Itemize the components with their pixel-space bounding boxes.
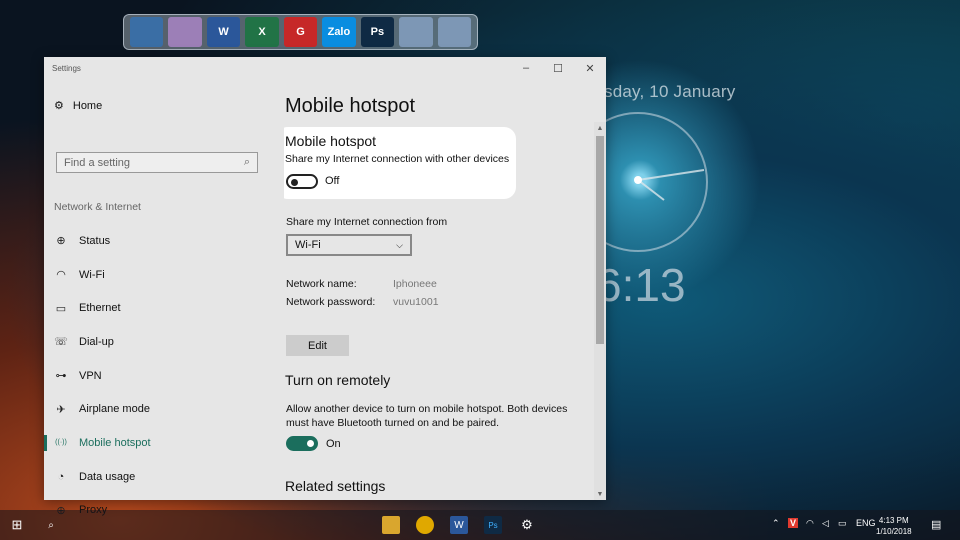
hotspot-icon: ((·)) [55,439,67,447]
remote-section-title: Turn on remotely [285,372,391,388]
sidebar-item-label: Ethernet [79,302,121,315]
photoshop-icon[interactable]: Ps [484,516,502,534]
network-password-value: vuvu1001 [393,296,439,308]
windows-start-icon[interactable]: ⊞ [8,516,26,534]
sidebar-item-mobile-hotspot[interactable]: ((·)) Mobile hotspot [44,426,270,460]
sidebar-item-label: Status [79,234,111,247]
sidebar-item-data-usage[interactable]: ◔ Data usage [44,460,270,494]
hotspot-toggle-state: Off [325,175,340,187]
search-icon: ⌕ [243,156,250,168]
lock-screen-date: sday, 10 January [604,82,736,101]
gear-icon: ⚙ [54,100,64,112]
nav-section-title: Network & Internet [54,201,141,213]
window-title: Settings [52,63,81,73]
settings-gear-icon[interactable]: ⚙ [518,516,536,534]
ethernet-icon: ▭ [55,302,67,315]
taskbar-time: 4:13 PM [878,516,909,525]
sidebar-item-label: Dial-up [79,335,114,348]
word-icon[interactable]: W [450,516,468,534]
sidebar-item-label: Mobile hotspot [79,436,151,449]
sidebar-item-wi-fi[interactable]: ◠ Wi-Fi [44,258,270,292]
remote-description: Allow another device to turn on mobile h… [286,403,568,429]
search-icon[interactable]: ⌕ [42,516,60,534]
garena-icon[interactable]: G [283,17,318,47]
lock-screen-time: 6:13 [596,259,686,311]
sidebar-item-ethernet[interactable]: ▭ Ethernet [44,291,270,325]
language-indicator[interactable]: ENG [856,518,876,528]
vivaldi-tray-icon[interactable]: V [788,518,799,528]
vpn-icon: ⊶ [55,370,67,383]
chrome-icon[interactable] [416,516,434,534]
taskbar-date: 1/10/2018 [876,527,912,536]
recycle-bin-icon[interactable] [168,17,202,47]
search-input[interactable]: Find a setting ⌕ [56,152,258,173]
sidebar-item-label: Wi-Fi [79,268,105,281]
sidebar-item-label: Airplane mode [79,403,150,416]
word-icon[interactable]: W [206,17,241,47]
sidebar-item-dial-up[interactable]: ☏ Dial-up [44,325,270,359]
related-settings-title: Related settings [285,478,386,494]
volume-icon[interactable]: ◁ [822,518,829,529]
folder-1-icon[interactable] [399,17,433,47]
maximize-button[interactable]: ☐ [542,57,574,79]
title-bar[interactable]: Settings – ☐ ✕ [44,57,606,79]
zalo-icon[interactable]: Zalo [322,17,356,47]
photoshop-icon[interactable]: Ps [360,17,395,47]
hotspot-toggle[interactable] [286,174,318,189]
search-placeholder: Find a setting [64,156,131,169]
excel-icon[interactable]: X [245,17,279,47]
battery-icon[interactable]: ▭ [838,518,847,529]
scroll-down-icon[interactable]: ▼ [594,488,606,500]
wifi-tray-icon[interactable]: ◠ [806,518,814,529]
folder-2-icon[interactable] [437,17,471,47]
sidebar-item-label: Data usage [79,470,136,483]
share-from-label: Share my Internet connection from [286,216,448,228]
remote-toggle[interactable] [286,436,318,451]
chevron-up-icon[interactable]: ⌃ [772,518,780,529]
scroll-thumb[interactable] [596,136,604,344]
sidebar-item-vpn[interactable]: ⊶ VPN [44,359,270,393]
taskbar-clock[interactable]: 4:13 PM 1/10/2018 [876,515,912,537]
scroll-up-icon[interactable]: ▲ [594,122,606,134]
sidebar-item-airplane-mode[interactable]: ✈ Airplane mode [44,392,270,426]
settings-sidebar: ⚙ Home Find a setting ⌕ Network & Intern… [44,79,270,517]
nav-list: ⊕ Status ◠ Wi-Fi ▭ Ethernet ☏ Dial-up ⊶ VPN ✈ Airpl… [44,224,270,527]
top-dock: W X G Zalo Ps [123,14,478,50]
main-content: Mobile hotspot Mobile hotspot Share my I… [284,79,589,500]
data-usage-icon: ◔ [57,470,65,483]
sidebar-item-label: VPN [79,369,102,382]
page-title: Mobile hotspot [285,95,416,117]
chevron-down-icon: ⌵ [396,239,403,250]
share-from-value: Wi-Fi [295,239,321,251]
close-button[interactable]: ✕ [574,57,606,79]
globe-icon: ⊕ [56,235,66,248]
wifi-icon: ◠ [56,269,66,282]
network-name-value: Iphoneee [393,278,437,290]
file-explorer-icon[interactable] [382,516,400,534]
dialup-icon: ☏ [54,336,68,349]
edit-button[interactable]: Edit [286,335,349,356]
home-label: Home [72,99,103,112]
taskbar: ⊞ ⌕ W Ps ⚙ ⌃ V ◠ ◁ ▭ ENG 4:13 PM 1/10/20… [0,510,960,540]
airplane-icon: ✈ [56,403,66,416]
scrollbar[interactable]: ▲ ▼ [594,122,606,500]
this-pc-icon[interactable] [130,17,164,47]
hotspot-section-title: Mobile hotspot [285,133,377,149]
network-password-label: Network password: [286,296,376,308]
hotspot-highlight-card: Mobile hotspot Share my Internet connect… [284,127,516,199]
share-from-dropdown[interactable]: Wi-Fi ⌵ [286,234,412,256]
remote-toggle-state: On [326,438,341,450]
toggle-knob [291,178,298,186]
network-name-label: Network name: [286,278,357,290]
hotspot-description: Share my Internet connection with other … [285,153,510,165]
toggle-knob [307,440,314,447]
minimize-button[interactable]: – [510,57,542,79]
action-center-icon[interactable]: ▤ [931,518,941,531]
settings-window: Settings – ☐ ✕ ⚙ Home Find a setting ⌕ N… [44,57,606,517]
sidebar-item-status[interactable]: ⊕ Status [44,224,270,258]
home-link[interactable]: ⚙ Home [54,99,103,113]
